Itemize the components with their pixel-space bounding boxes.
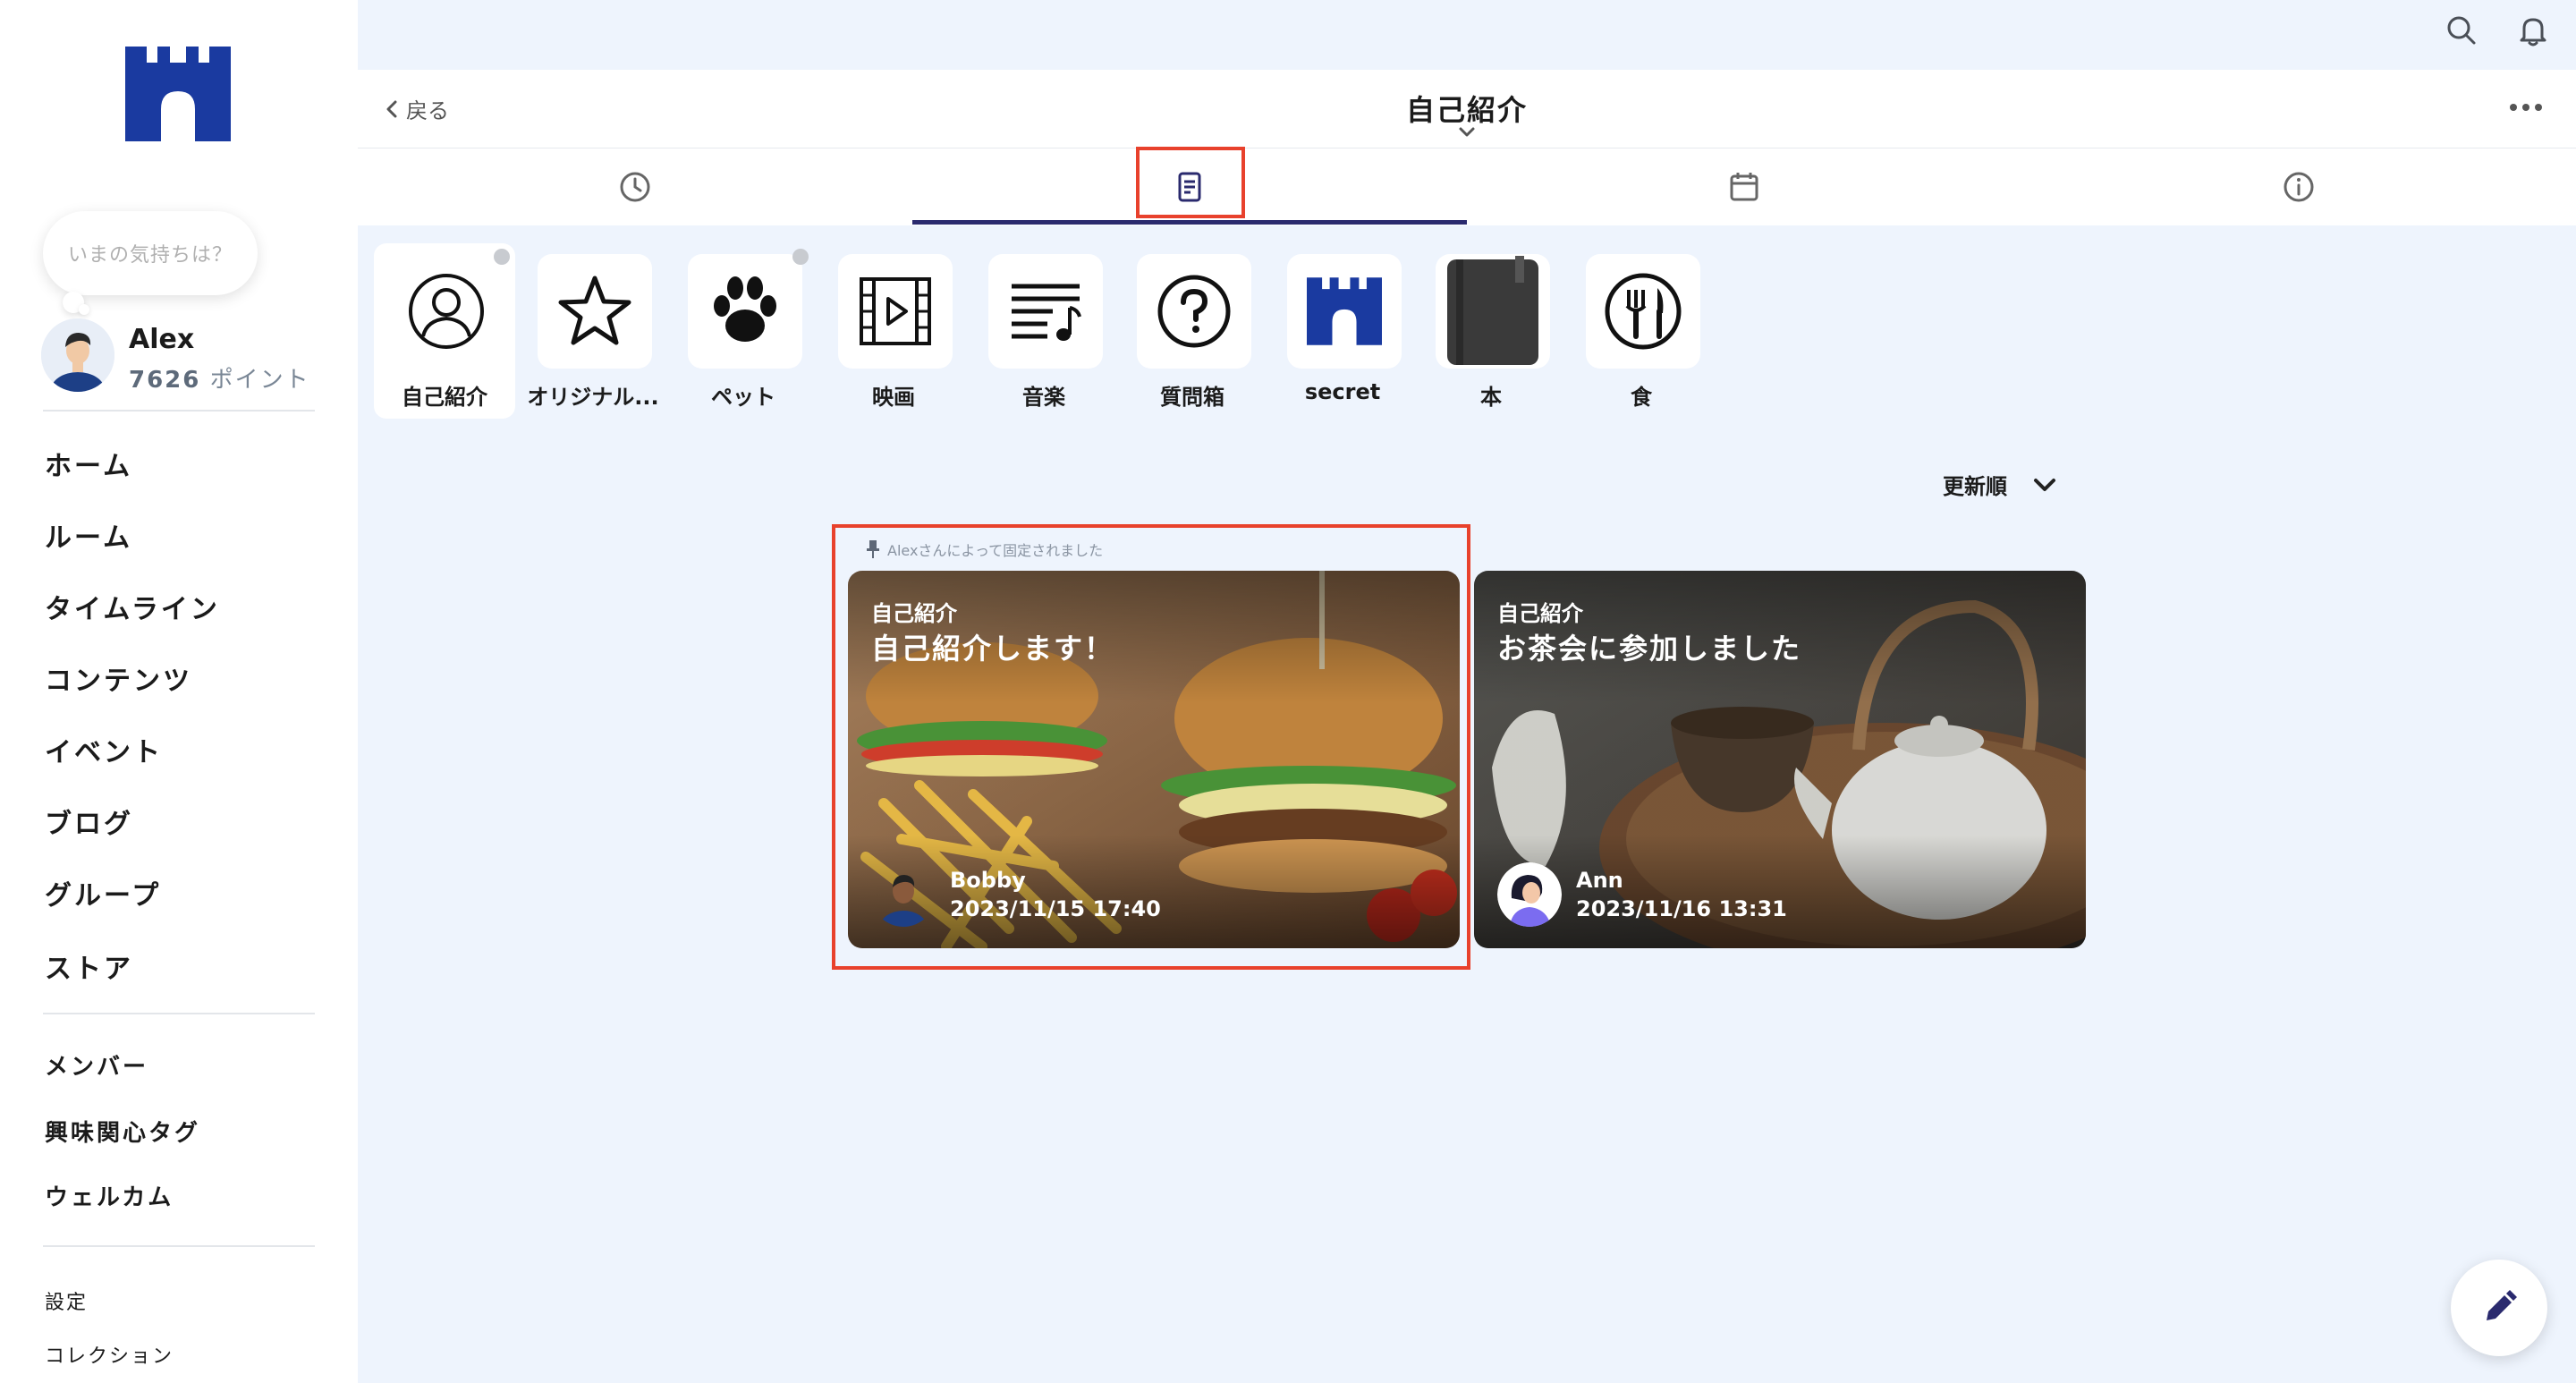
category-icon-box — [838, 254, 953, 369]
nav-item-collection[interactable]: コレクション — [45, 1340, 174, 1369]
calendar-icon — [1730, 173, 1758, 201]
category-label: オリジナル... — [527, 385, 659, 410]
nav-item-settings[interactable]: 設定 — [45, 1286, 88, 1315]
nav-item-interest-tags[interactable]: 興味関心タグ — [45, 1115, 200, 1148]
tab-highlight-box — [1136, 147, 1245, 218]
nav-item-timeline[interactable]: タイムライン — [45, 587, 220, 626]
search-icon[interactable] — [2444, 13, 2479, 48]
category-icon-box — [1137, 254, 1251, 369]
nav-item-store[interactable]: ストア — [45, 946, 133, 986]
category-label: secret — [1304, 379, 1381, 404]
category-movie[interactable]: 映画 — [823, 243, 964, 419]
chevron-down-icon — [2034, 478, 2055, 491]
book-icon — [1447, 256, 1538, 365]
pencil-icon — [2487, 1290, 2517, 1320]
category-original[interactable]: オリジナル... — [522, 243, 664, 419]
tab-info[interactable] — [2021, 148, 2576, 225]
avatar[interactable] — [41, 318, 114, 392]
post-card[interactable]: 自己紹介 自己紹介します！ Bobby 2023/11/15 17:40 — [848, 571, 1460, 948]
chevron-down-icon[interactable] — [1453, 123, 1480, 141]
nav-item-welcome[interactable]: ウェルカム — [45, 1179, 174, 1212]
more-icon[interactable] — [2508, 97, 2544, 118]
user-name[interactable]: Alex — [129, 324, 194, 355]
category-label: 食 — [1631, 385, 1652, 410]
castle-logo-icon[interactable] — [125, 47, 231, 141]
category-question-box[interactable]: 質問箱 — [1122, 243, 1263, 419]
category-label: ペット — [711, 385, 775, 410]
film-icon — [860, 277, 931, 345]
points-unit: ポイント — [209, 367, 310, 394]
card-author: Bobby — [950, 868, 1026, 893]
category-icon-box — [538, 254, 652, 369]
person-icon — [409, 274, 484, 349]
category-food[interactable]: 食 — [1571, 243, 1712, 419]
category-label: 音楽 — [1022, 385, 1065, 410]
card-date: 2023/11/16 13:31 — [1576, 896, 1787, 921]
nav-item-events[interactable]: イベント — [45, 730, 163, 769]
castle-icon — [1307, 277, 1382, 345]
avatar — [871, 862, 936, 927]
food-icon — [1605, 273, 1682, 350]
page-header: 戻る 自己紹介 — [358, 70, 2576, 148]
category-book[interactable]: 本 — [1420, 243, 1562, 419]
category-self-intro[interactable]: 自己紹介 — [374, 243, 515, 419]
nav-item-contents[interactable]: コンテンツ — [45, 658, 192, 698]
clock-icon — [620, 172, 650, 202]
bubble-tail — [79, 304, 89, 315]
category-label: 自己紹介 — [402, 385, 487, 410]
card-category: 自己紹介 — [871, 601, 957, 626]
divider — [43, 410, 315, 412]
unread-dot — [494, 249, 510, 265]
card-author: Ann — [1576, 868, 1623, 893]
avatar — [1497, 862, 1562, 927]
category-icon-box — [1436, 254, 1550, 369]
sidebar: いまの気持ちは？ Alex 7626 ポイント ホーム ルーム タイムライン コ… — [0, 0, 358, 1383]
category-label: 本 — [1480, 385, 1502, 410]
pinned-label: Alexさんによって固定されました — [866, 539, 1103, 560]
category-icon-box — [988, 254, 1103, 369]
nav-item-members[interactable]: メンバー — [45, 1048, 148, 1082]
star-icon — [558, 276, 631, 345]
mood-placeholder: いまの気持ちは？ — [67, 244, 233, 267]
divider — [43, 1245, 315, 1247]
card-date: 2023/11/15 17:40 — [950, 896, 1161, 921]
category-icon-box — [1287, 254, 1402, 369]
category-icon-box — [1586, 254, 1700, 369]
tab-history[interactable] — [358, 148, 912, 225]
category-label: 質問箱 — [1160, 385, 1224, 410]
nav-item-room[interactable]: ルーム — [45, 515, 132, 555]
tab-calendar[interactable] — [1467, 148, 2021, 225]
sort-label: 更新順 — [1943, 474, 2007, 499]
card-category: 自己紹介 — [1497, 601, 1583, 626]
unread-dot — [792, 249, 809, 265]
active-tab-indicator — [912, 220, 1467, 225]
category-icon-box — [389, 254, 504, 369]
tab-bar — [358, 147, 2576, 225]
paw-icon — [714, 276, 776, 342]
category-pet[interactable]: ペット — [673, 243, 814, 419]
question-icon — [1157, 275, 1231, 348]
bell-icon[interactable] — [2515, 13, 2551, 48]
sort-dropdown[interactable]: 更新順 — [1943, 469, 2057, 500]
card-title: 自己紹介します！ — [871, 632, 1115, 666]
pinned-text: Alexさんによって固定されました — [887, 542, 1104, 559]
divider — [43, 1013, 315, 1014]
nav-item-home[interactable]: ホーム — [45, 444, 132, 483]
card-title: お茶会に参加しました — [1497, 632, 1802, 666]
category-icon-box — [688, 254, 802, 369]
pin-icon — [867, 540, 879, 558]
category-music[interactable]: 音楽 — [973, 243, 1114, 419]
post-card[interactable]: 自己紹介 お茶会に参加しました Ann 2023/11/16 13:31 — [1474, 571, 2086, 948]
info-icon — [2284, 172, 2314, 202]
points-value: 7626 — [129, 367, 201, 394]
mood-bubble[interactable]: いまの気持ちは？ — [43, 211, 258, 295]
nav-item-groups[interactable]: グループ — [45, 873, 161, 912]
nav-item-blog[interactable]: ブログ — [45, 802, 133, 841]
category-secret[interactable]: secret — [1272, 243, 1413, 419]
music-icon — [1012, 284, 1081, 341]
compose-button[interactable] — [2451, 1260, 2547, 1356]
user-points: 7626 ポイント — [129, 361, 310, 395]
category-label: 映画 — [872, 385, 915, 410]
